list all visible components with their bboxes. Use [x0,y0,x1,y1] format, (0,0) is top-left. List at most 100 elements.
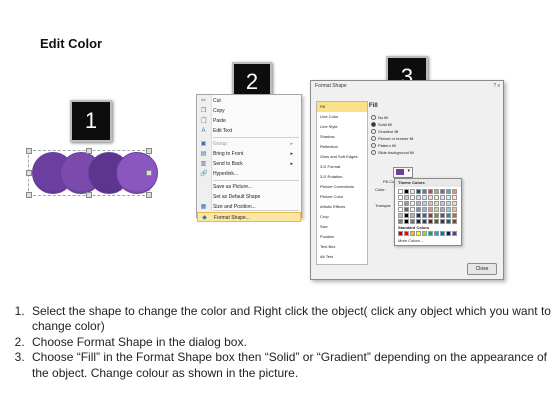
standard-color-swatch[interactable] [422,231,427,236]
color-swatch[interactable] [452,213,457,218]
resize-handle[interactable] [146,148,152,154]
resize-handle[interactable] [146,192,152,198]
color-swatch[interactable] [398,189,403,194]
radio-button[interactable] [371,150,376,156]
radio-button[interactable] [371,122,376,128]
format-category-item[interactable]: Line Color [317,112,367,122]
standard-color-swatch[interactable] [416,231,421,236]
format-category-item[interactable]: Size [317,222,367,232]
context-menu-item[interactable]: ✂ Cut [197,96,301,106]
color-swatch[interactable] [446,219,451,224]
color-swatch[interactable] [416,201,421,206]
resize-handle[interactable] [86,192,92,198]
color-swatch[interactable] [410,189,415,194]
color-swatch[interactable] [446,207,451,212]
color-swatch[interactable] [410,201,415,206]
format-category-item[interactable]: 3-D Rotation [317,172,367,182]
resize-handle[interactable] [146,170,152,176]
color-swatch[interactable] [434,189,439,194]
color-swatch[interactable] [440,195,445,200]
color-swatch[interactable] [440,213,445,218]
color-swatch[interactable] [422,189,427,194]
color-swatch[interactable] [440,201,445,206]
context-menu-item[interactable]: A Edit Text [197,126,301,136]
context-menu-item[interactable]: ◆ Format Shape... [197,212,301,222]
color-swatch[interactable] [410,213,415,218]
color-swatch[interactable] [452,189,457,194]
context-menu-item[interactable]: ▥ Send to Back ▸ [197,159,301,169]
color-swatch[interactable] [446,201,451,206]
format-category-item[interactable]: Line Style [317,122,367,132]
standard-color-swatch[interactable] [398,231,403,236]
color-swatch[interactable] [434,219,439,224]
color-swatch[interactable] [410,207,415,212]
color-swatch[interactable] [410,195,415,200]
color-swatch[interactable] [440,207,445,212]
color-swatch[interactable] [446,195,451,200]
standard-color-swatch[interactable] [404,231,409,236]
resize-handle[interactable] [26,148,32,154]
radio-button[interactable] [371,129,376,135]
color-swatch[interactable] [434,201,439,206]
format-category-item[interactable]: Crop [317,212,367,222]
color-swatch[interactable] [428,195,433,200]
format-category-item[interactable]: Fill [317,102,367,112]
color-swatch[interactable] [422,207,427,212]
format-category-item[interactable]: Position [317,232,367,242]
radio-button[interactable] [371,143,376,149]
radio-button[interactable] [371,115,376,121]
color-swatch[interactable] [422,219,427,224]
standard-color-swatch[interactable] [440,231,445,236]
format-category-item[interactable]: Alt Text [317,252,367,262]
fill-option[interactable]: Gradient fill [371,129,398,135]
color-swatch[interactable] [404,207,409,212]
context-menu-item[interactable]: Set as Default Shape [197,192,301,202]
standard-color-swatch[interactable] [434,231,439,236]
fill-option[interactable]: Solid fill [371,122,392,128]
format-category-item[interactable]: Picture Color [317,192,367,202]
color-swatch[interactable] [404,201,409,206]
format-category-item[interactable]: Glow and Soft Edges [317,152,367,162]
color-swatch[interactable] [440,219,445,224]
color-swatch[interactable] [404,189,409,194]
format-category-item[interactable]: Picture Corrections [317,182,367,192]
more-colors-link[interactable]: More Colors... [398,238,423,243]
color-swatch[interactable] [434,213,439,218]
color-swatch[interactable] [416,189,421,194]
color-swatch[interactable] [416,219,421,224]
context-menu-item[interactable]: 📋 Paste [197,116,301,126]
fill-color-dropdown[interactable]: ▾ [393,167,413,178]
color-swatch[interactable] [428,189,433,194]
resize-handle[interactable] [86,148,92,154]
color-swatch[interactable] [398,219,403,224]
color-swatch[interactable] [422,213,427,218]
fill-option[interactable]: No fill [371,115,388,121]
color-swatch[interactable] [398,195,403,200]
color-swatch[interactable] [428,219,433,224]
format-category-item[interactable]: Shadow [317,132,367,142]
color-swatch[interactable] [398,213,403,218]
resize-handle[interactable] [26,170,32,176]
context-menu-item[interactable]: ▤ Bring to Front ▸ [197,149,301,159]
color-swatch[interactable] [404,219,409,224]
close-button[interactable]: Close [467,263,497,275]
format-category-item[interactable]: 3-D Format [317,162,367,172]
standard-color-swatch[interactable] [446,231,451,236]
color-swatch[interactable] [416,207,421,212]
color-swatch[interactable] [422,201,427,206]
color-swatch[interactable] [440,189,445,194]
color-swatch[interactable] [452,219,457,224]
format-category-item[interactable]: Reflection [317,142,367,152]
fill-option[interactable]: Picture or texture fill [371,136,413,142]
dialog-window-buttons[interactable]: ? x [493,83,500,89]
color-swatch[interactable] [446,189,451,194]
color-swatch[interactable] [398,207,403,212]
format-category-item[interactable]: Text Box [317,242,367,252]
standard-color-swatch[interactable] [452,231,457,236]
color-swatch[interactable] [410,219,415,224]
color-swatch[interactable] [452,201,457,206]
color-swatch[interactable] [416,195,421,200]
format-category-item[interactable]: Artistic Effects [317,202,367,212]
context-menu-item[interactable]: ▣ Group ▸ [197,139,301,149]
color-swatch[interactable] [428,201,433,206]
